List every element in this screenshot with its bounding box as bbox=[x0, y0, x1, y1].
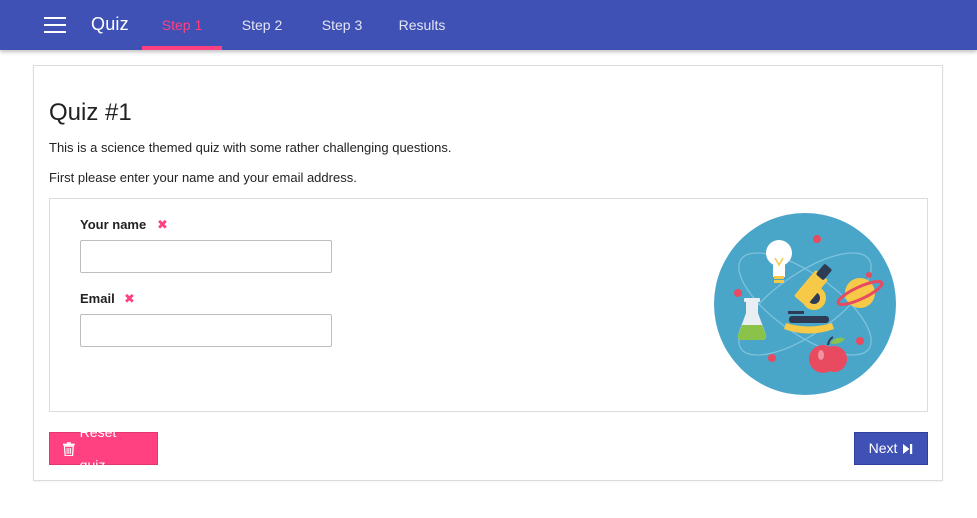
reset-quiz-button[interactable]: Reset quiz bbox=[49, 424, 158, 473]
tab-label: Results bbox=[398, 17, 446, 33]
tab-label: Step 3 bbox=[321, 17, 363, 33]
email-input[interactable] bbox=[80, 314, 332, 347]
tab-label: Step 2 bbox=[241, 17, 283, 33]
step-forward-icon bbox=[903, 443, 913, 454]
quiz-card: Quiz #1 This is a science themed quiz wi… bbox=[33, 65, 943, 481]
page-title: Quiz #1 bbox=[49, 99, 132, 126]
reset-quiz-label: Reset quiz bbox=[79, 423, 117, 473]
next-button[interactable]: Next bbox=[854, 432, 928, 465]
tab-step-3[interactable]: Step 3 bbox=[302, 0, 382, 50]
top-navbar: Quiz Step 1 Step 2 Step 3 Results bbox=[0, 0, 977, 50]
next-label: Next bbox=[868, 440, 898, 456]
times-icon: ✖ bbox=[157, 217, 168, 232]
quiz-instructions: First please enter your name and your em… bbox=[49, 170, 357, 185]
name-field-label: Your name bbox=[80, 217, 147, 232]
menu-icon[interactable] bbox=[44, 17, 66, 33]
tab-step-1[interactable]: Step 1 bbox=[142, 0, 222, 50]
tab-step-2[interactable]: Step 2 bbox=[222, 0, 302, 50]
app-brand[interactable]: Quiz bbox=[91, 14, 129, 35]
email-field-label: Email bbox=[80, 291, 115, 306]
name-input[interactable] bbox=[80, 240, 332, 273]
user-info-form: Your name ✖ Email ✖ bbox=[49, 198, 928, 412]
science-illustration bbox=[714, 213, 896, 395]
trash-icon bbox=[63, 441, 75, 456]
active-tab-indicator bbox=[142, 46, 222, 50]
times-icon: ✖ bbox=[124, 291, 135, 306]
tab-results[interactable]: Results bbox=[382, 0, 462, 50]
tab-label: Step 1 bbox=[161, 17, 203, 33]
quiz-description: This is a science themed quiz with some … bbox=[49, 140, 452, 155]
